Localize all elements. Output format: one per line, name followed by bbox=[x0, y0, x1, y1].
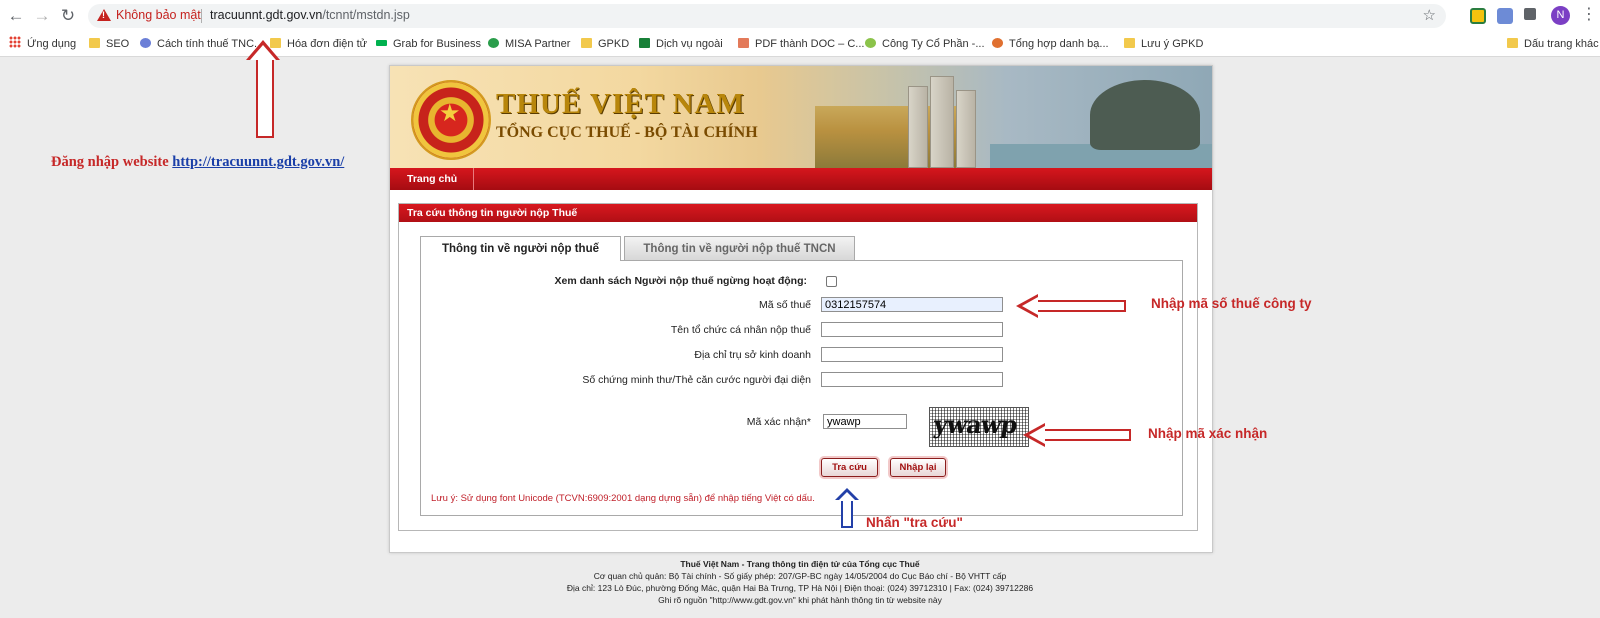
bookmark-item[interactable]: PDF thành DOC – C... bbox=[738, 36, 864, 52]
bookmark-star-icon[interactable]: ☆ bbox=[1423, 6, 1436, 24]
browser-toolbar: ← → ↻ Không bảo mật tracuunnt.gdt.gov.vn… bbox=[0, 0, 1600, 33]
login-link[interactable]: http://tracuunnt.gdt.gov.vn/ bbox=[172, 154, 344, 170]
unicode-hint: Lưu ý: Sử dụng font Unicode (TCVN:6909:2… bbox=[431, 493, 815, 504]
url-text[interactable]: tracuunnt.gdt.gov.vn/tcnnt/mstdn.jsp bbox=[210, 8, 410, 22]
menu-dots-icon[interactable]: ⋮ bbox=[1581, 5, 1597, 25]
tab-panel: Xem danh sách Người nộp thuế ngừng hoạt … bbox=[420, 260, 1183, 516]
bookmark-item[interactable]: Grab for Business bbox=[376, 36, 481, 52]
site-title: THUẾ VIỆT NAM bbox=[496, 88, 745, 120]
grab-icon bbox=[376, 40, 387, 46]
bookmark-item[interactable]: SEO bbox=[89, 36, 129, 52]
search-button[interactable]: Tra cứu bbox=[821, 458, 878, 477]
folder-icon bbox=[1507, 38, 1518, 48]
captcha-label: Mã xác nhận* bbox=[746, 416, 811, 428]
bookmark-item[interactable]: GPKD bbox=[581, 36, 629, 52]
nav-home[interactable]: Trang chủ bbox=[390, 168, 475, 190]
address-input[interactable] bbox=[821, 347, 1003, 362]
bookmarks-bar: Ứng dụng SEO Cách tính thuế TNC... Hóa đ… bbox=[0, 32, 1600, 57]
footer-address: Địa chỉ: 123 Lò Đúc, phường Đống Mác, qu… bbox=[566, 583, 1034, 593]
sheet-icon bbox=[639, 38, 650, 48]
red-up-arrow bbox=[246, 40, 280, 138]
bookmark-item[interactable]: Dịch vụ ngoài bbox=[639, 36, 723, 52]
captcha-image: ywawp bbox=[929, 407, 1029, 447]
back-icon[interactable]: ← bbox=[6, 6, 26, 26]
red-left-arrow bbox=[1016, 294, 1126, 318]
insecure-label[interactable]: Không bảo mật bbox=[116, 8, 201, 22]
org-name-input[interactable] bbox=[821, 322, 1003, 337]
tool-icon bbox=[992, 38, 1003, 48]
tax-code-label: Mã số thuế bbox=[759, 299, 811, 311]
omnibox-divider bbox=[201, 9, 202, 23]
section-title: Tra cứu thông tin người nộp Thuế bbox=[399, 204, 1197, 222]
building-image bbox=[930, 76, 954, 168]
bookmark-item[interactable]: MISA Partner bbox=[488, 36, 570, 52]
bookmark-item[interactable]: Tổng hợp danh bạ... bbox=[992, 36, 1109, 52]
tab-personal-income-tax[interactable]: Thông tin về người nộp thuế TNCN bbox=[624, 236, 855, 261]
id-card-input[interactable] bbox=[821, 372, 1003, 387]
footer-title: Thuế Việt Nam - Trang thông tin điện tử … bbox=[680, 559, 920, 569]
tax-emblem-logo: ★ bbox=[411, 80, 491, 160]
footer-license: Cơ quan chủ quản: Bộ Tài chính - Số giấy… bbox=[593, 571, 1007, 581]
bookmark-item[interactable]: Hóa đơn điện tử bbox=[270, 36, 367, 52]
bulb-icon bbox=[140, 38, 151, 48]
inactive-list-checkbox[interactable] bbox=[826, 276, 837, 287]
search-annotation: Nhấn "tra cứu" bbox=[866, 515, 963, 530]
pdf-icon bbox=[738, 38, 749, 48]
extension-icon[interactable] bbox=[1470, 8, 1486, 24]
puzzle-icon[interactable] bbox=[1524, 8, 1536, 20]
captcha-annotation: Nhập mã xác nhận bbox=[1148, 426, 1268, 441]
id-card-label: Số chứng minh thư/Thẻ căn cước người đại… bbox=[582, 374, 811, 386]
reset-button[interactable]: Nhập lại bbox=[890, 458, 946, 477]
tab-taxpayer-info[interactable]: Thông tin về người nộp thuế bbox=[420, 236, 621, 261]
forward-icon[interactable]: → bbox=[32, 6, 52, 26]
mountain-scene bbox=[1090, 80, 1200, 150]
red-left-arrow bbox=[1023, 423, 1131, 447]
address-bar[interactable]: Không bảo mật tracuunnt.gdt.gov.vn/tcnnt… bbox=[88, 4, 1446, 28]
bookmark-item[interactable]: Lưu ý GPKD bbox=[1124, 36, 1203, 52]
tax-code-input[interactable]: 0312157574 bbox=[821, 297, 1003, 312]
misa-icon bbox=[488, 38, 499, 48]
bookmark-item[interactable]: Cách tính thuế TNC... bbox=[140, 36, 263, 52]
folder-icon bbox=[581, 38, 592, 48]
warning-icon bbox=[97, 9, 111, 21]
star-icon: ★ bbox=[439, 100, 461, 127]
site-banner: ★ THUẾ VIỆT NAM TỔNG CỤC THUẾ - BỘ TÀI C… bbox=[390, 66, 1212, 168]
captcha-input[interactable]: ywawp bbox=[823, 414, 907, 429]
bookmark-item[interactable]: Công Ty Cổ Phần -... bbox=[865, 36, 985, 52]
extension-icon[interactable] bbox=[1497, 8, 1513, 24]
main-nav: Trang chủ bbox=[390, 168, 1212, 190]
address-label: Địa chỉ trụ sở kinh doanh bbox=[694, 349, 811, 361]
folder-icon bbox=[89, 38, 100, 48]
bookmark-apps[interactable]: Ứng dụng bbox=[9, 36, 76, 52]
bookmark-other[interactable]: Dấu trang khác bbox=[1507, 36, 1599, 52]
org-name-label: Tên tổ chức cá nhân nộp thuế bbox=[670, 324, 811, 336]
blue-up-arrow bbox=[835, 488, 859, 528]
apps-icon bbox=[9, 36, 21, 48]
site-subtitle: TỔNG CỤC THUẾ - BỘ TÀI CHÍNH bbox=[496, 124, 758, 141]
profile-avatar[interactable]: N bbox=[1551, 6, 1570, 25]
login-annotation: Đăng nhập website http://tracuunnt.gdt.g… bbox=[51, 154, 345, 170]
site-footer: Thuế Việt Nam - Trang thông tin điện tử … bbox=[0, 558, 1600, 606]
reload-icon[interactable]: ↻ bbox=[58, 6, 78, 26]
inactive-list-label: Xem danh sách Người nộp thuế ngừng hoạt … bbox=[554, 275, 808, 287]
leaf-icon bbox=[865, 38, 876, 48]
folder-icon bbox=[1124, 38, 1135, 48]
lookup-form-box: Tra cứu thông tin người nộp Thuế Thông t… bbox=[398, 203, 1198, 531]
footer-source: Ghi rõ nguồn "http://www.gdt.gov.vn" khi… bbox=[658, 595, 942, 605]
building-image bbox=[908, 86, 928, 168]
building-image bbox=[956, 90, 976, 168]
tax-code-annotation: Nhập mã số thuế công ty bbox=[1151, 296, 1312, 311]
